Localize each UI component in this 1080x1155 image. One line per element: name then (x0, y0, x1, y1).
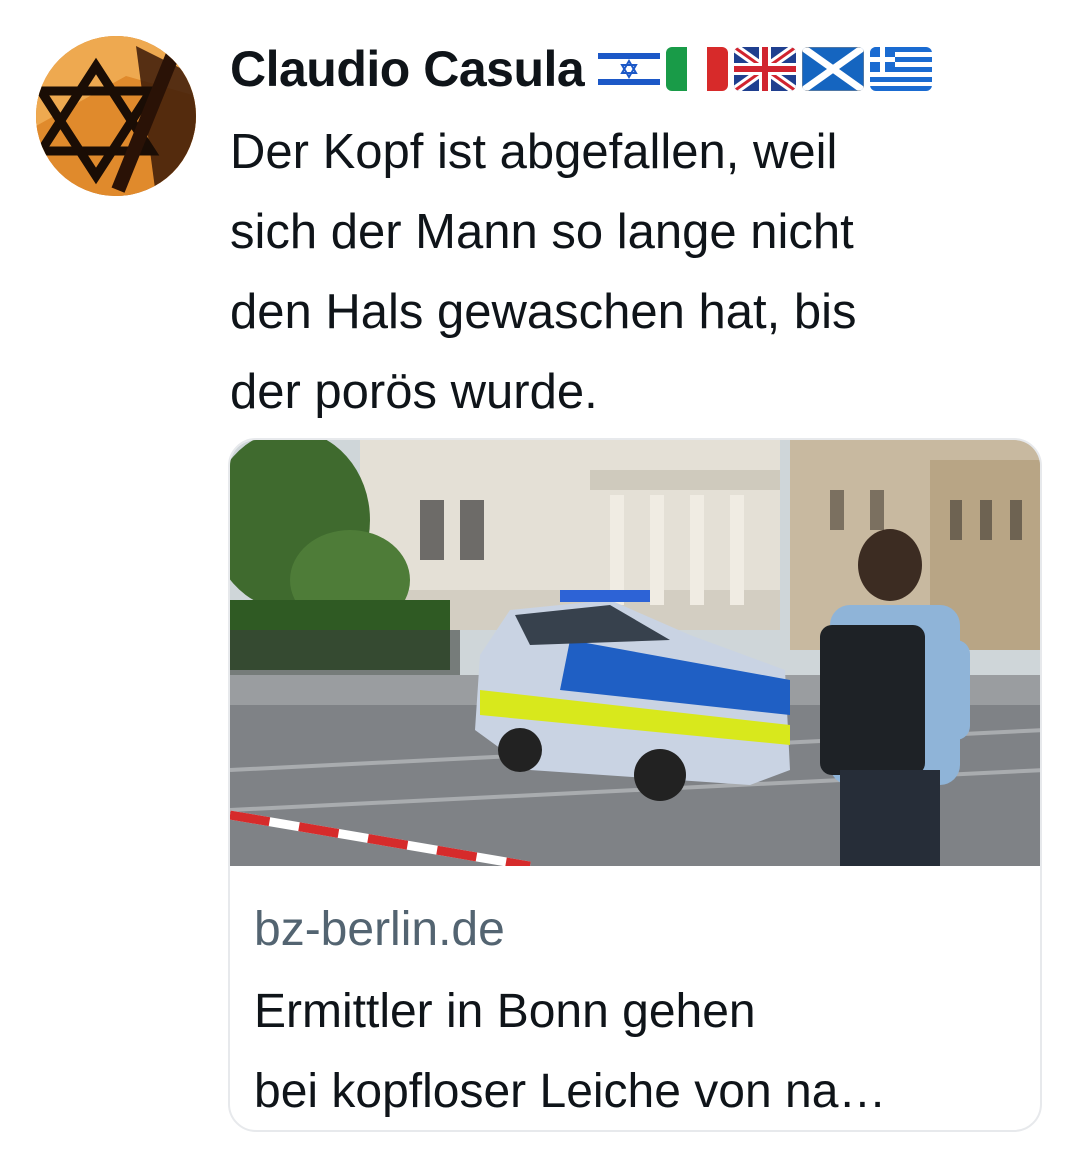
card-domain: bz-berlin.de (254, 903, 505, 956)
tweet-text: Der Kopf ist abgefallen, weil sich der M… (230, 125, 857, 419)
israel-flag-icon (598, 47, 661, 91)
flag-emoji-list (598, 47, 933, 91)
italy-flag-icon (666, 47, 729, 91)
police-van-photo (230, 440, 1040, 866)
link-card[interactable]: bz-berlin.de Ermittler in Bonn gehen bei… (228, 438, 1042, 1132)
avatar[interactable] (36, 36, 196, 196)
card-title: Ermittler in Bonn gehen bei kopfloser Le… (254, 985, 887, 1118)
author-name[interactable]: Claudio Casula (230, 40, 585, 98)
greece-flag-icon (870, 47, 933, 91)
author-row: Claudio Casula (230, 38, 933, 100)
scotland-flag-icon (802, 47, 865, 91)
uk-flag-icon (734, 47, 797, 91)
avatar-image (36, 36, 196, 196)
